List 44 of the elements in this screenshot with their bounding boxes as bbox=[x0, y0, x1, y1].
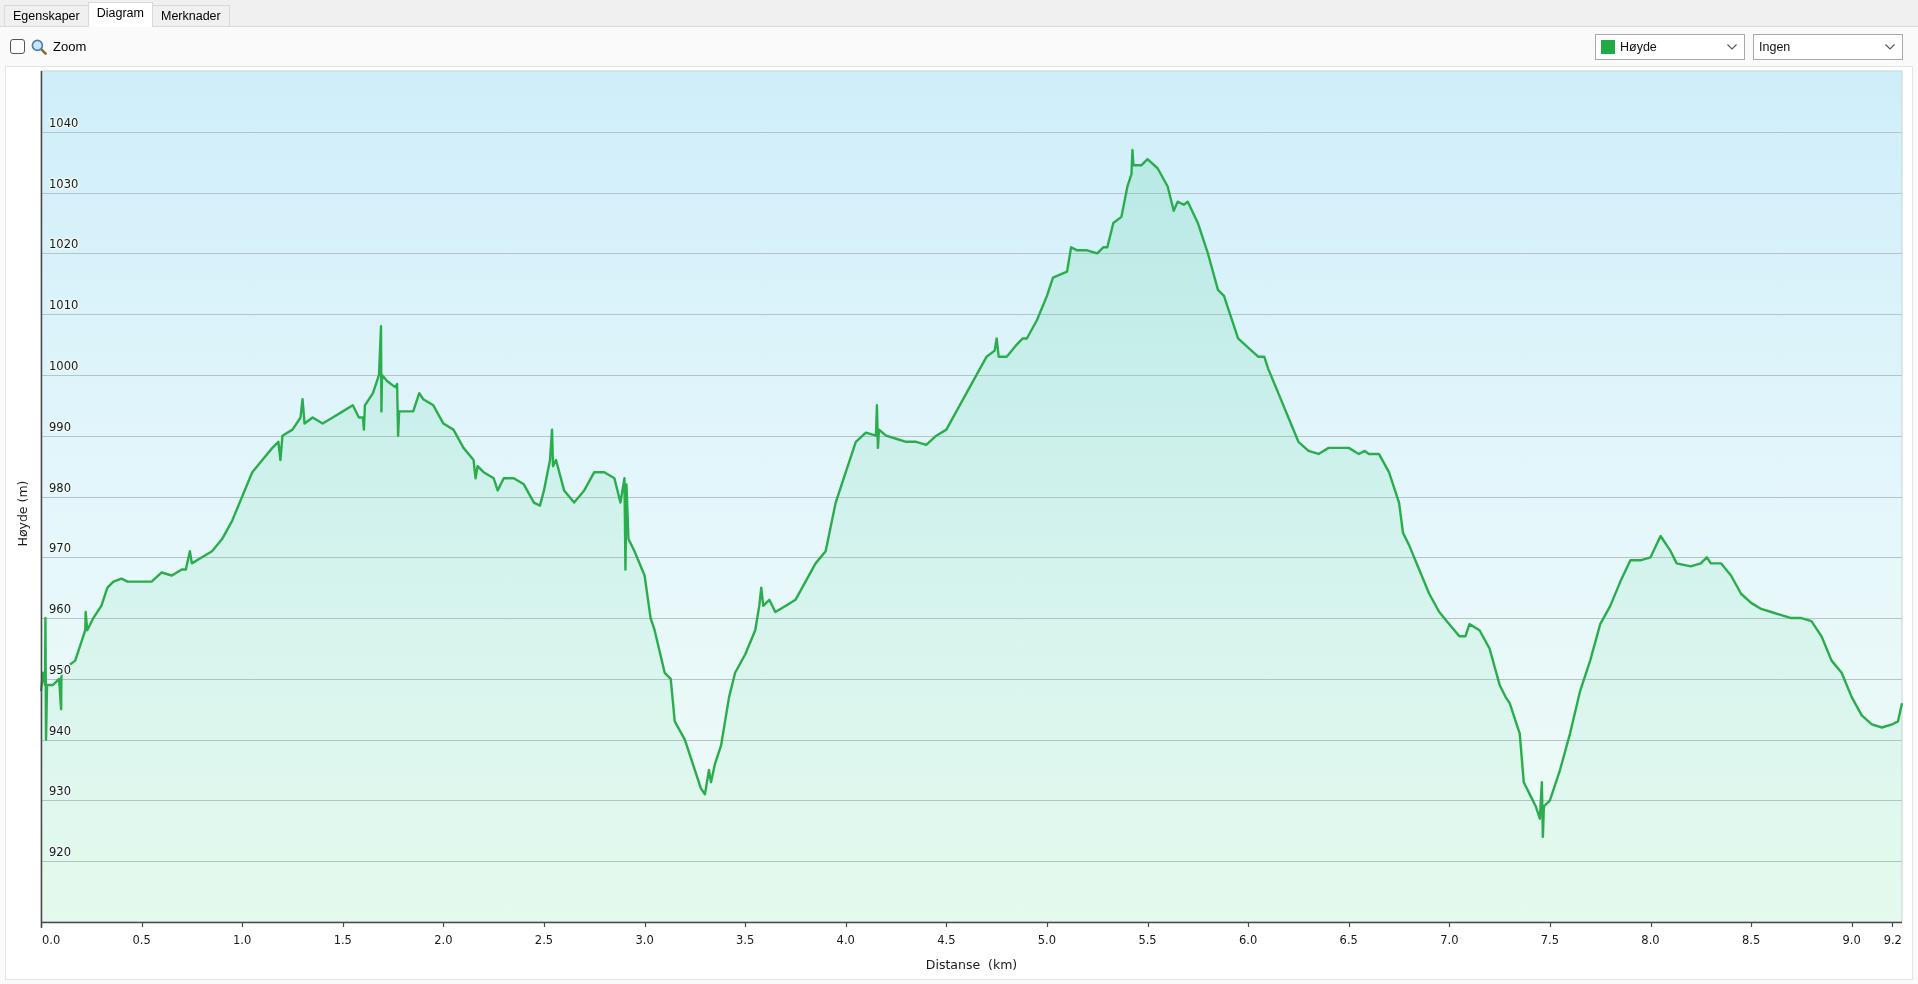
y-tick-label: 990 bbox=[49, 420, 71, 434]
x-tick-label: 5.0 bbox=[1037, 933, 1057, 947]
x-tick-label: 2.0 bbox=[434, 933, 453, 947]
x-tick-label: 9.0 bbox=[1842, 933, 1861, 947]
y-tick-label: 920 bbox=[49, 845, 71, 859]
x-axis-title: Distanse (km) bbox=[925, 957, 1018, 972]
tab[interactable]: Egenskaper bbox=[4, 5, 89, 27]
dropdown[interactable]: Ingen bbox=[1753, 33, 1903, 60]
tab[interactable]: Diagram bbox=[87, 2, 153, 27]
tab[interactable]: Merknader bbox=[151, 5, 230, 27]
x-tick-label: 2.5 bbox=[534, 933, 554, 947]
y-tick-label: 1040 bbox=[49, 116, 79, 130]
x-tick-label: 7.0 bbox=[1440, 933, 1459, 947]
x-tick-label: 9.2 bbox=[1883, 933, 1902, 947]
zoom-label[interactable]: Zoom bbox=[53, 39, 87, 54]
y-tick-label: 980 bbox=[49, 481, 71, 495]
x-tick-label: 0.5 bbox=[132, 933, 151, 947]
x-tick-label: 5.5 bbox=[1138, 933, 1157, 947]
x-tick-label: 7.5 bbox=[1540, 933, 1560, 947]
y-tick-label: 1030 bbox=[49, 177, 79, 191]
x-tick-label: 1.0 bbox=[233, 933, 252, 947]
x-tick-label: 6.0 bbox=[1239, 933, 1258, 947]
y-tick-label: 1010 bbox=[49, 298, 79, 312]
x-tick-label: 0.0 bbox=[42, 933, 61, 947]
chevron-icon bbox=[1885, 43, 1895, 50]
y-tick-label: 960 bbox=[49, 602, 71, 616]
chevron-icon bbox=[1727, 43, 1737, 50]
x-tick-label: 8.0 bbox=[1641, 933, 1660, 947]
x-tick-label: 3.0 bbox=[635, 933, 654, 947]
x-tick-label: 8.5 bbox=[1741, 933, 1761, 947]
y-tick-label: 940 bbox=[49, 724, 71, 738]
x-tick-label: 6.5 bbox=[1339, 933, 1358, 947]
y-tick-label: 1020 bbox=[49, 237, 79, 251]
y-tick-label: 930 bbox=[49, 784, 71, 798]
y-tick-label: 970 bbox=[49, 541, 71, 555]
magnifier-icon bbox=[31, 38, 47, 55]
y-tick-label: 1000 bbox=[49, 359, 79, 373]
y-axis-title: Høyde (m) bbox=[15, 480, 30, 547]
x-tick-label: 4.0 bbox=[836, 933, 855, 947]
x-tick-label: 1.5 bbox=[333, 933, 352, 947]
x-tick-label: 3.5 bbox=[736, 933, 755, 947]
zoom-checkbox[interactable] bbox=[10, 39, 25, 54]
x-tick-label: 4.5 bbox=[937, 933, 956, 947]
dropdown[interactable]: Høyde bbox=[1595, 33, 1745, 60]
